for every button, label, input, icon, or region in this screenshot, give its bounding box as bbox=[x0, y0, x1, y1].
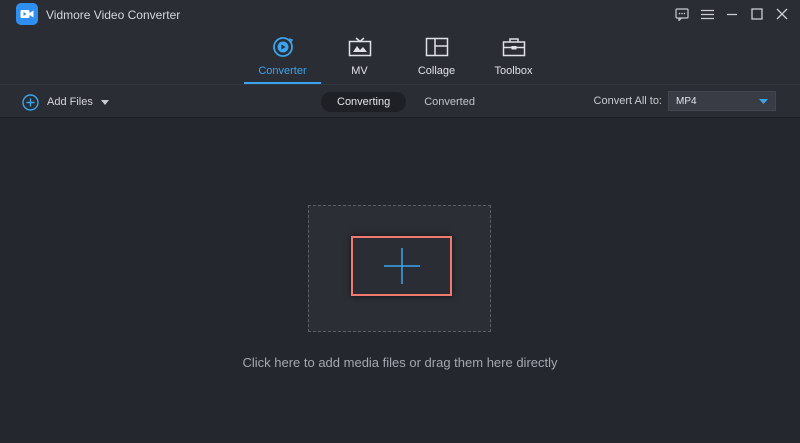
tab-collage[interactable]: Collage bbox=[398, 34, 475, 84]
tab-converter[interactable]: Converter bbox=[244, 34, 321, 84]
close-icon[interactable] bbox=[774, 6, 790, 22]
add-files-label: Add Files bbox=[47, 96, 93, 108]
main-nav: Converter MV Collage Toolbox bbox=[244, 34, 552, 84]
title-bar: Vidmore Video Converter Converter MV Col… bbox=[0, 0, 800, 84]
tab-collage-label: Collage bbox=[417, 65, 456, 77]
tab-converter-label: Converter bbox=[258, 65, 307, 77]
drop-hint: Click here to add media files or drag th… bbox=[242, 355, 558, 370]
add-files-button[interactable]: Add Files bbox=[22, 93, 109, 111]
toolbar: Add Files Converting Converted Convert A… bbox=[0, 84, 800, 118]
minimize-icon[interactable] bbox=[724, 6, 740, 22]
convert-all-label: Convert All to: bbox=[593, 95, 662, 107]
plus-icon bbox=[383, 248, 420, 284]
tab-converting[interactable]: Converting bbox=[321, 92, 407, 112]
tab-mv-label: MV bbox=[351, 65, 368, 77]
tab-converted[interactable]: Converted bbox=[408, 92, 491, 112]
collage-icon bbox=[424, 36, 450, 58]
mv-icon bbox=[347, 36, 373, 58]
convert-all: Convert All to: MP4 bbox=[594, 91, 776, 111]
tab-toolbox[interactable]: Toolbox bbox=[475, 34, 552, 84]
status-tabs: Converting Converted bbox=[321, 92, 491, 112]
maximize-icon[interactable] bbox=[749, 6, 765, 22]
feedback-icon[interactable] bbox=[674, 6, 690, 22]
tab-toolbox-label: Toolbox bbox=[494, 65, 533, 77]
add-circle-icon bbox=[22, 93, 39, 111]
chevron-down-icon[interactable] bbox=[100, 99, 109, 105]
app-logo-icon bbox=[16, 3, 38, 25]
menu-icon[interactable] bbox=[699, 6, 715, 22]
window-controls bbox=[674, 4, 790, 24]
format-value: MP4 bbox=[676, 95, 697, 107]
add-media-button[interactable] bbox=[351, 236, 452, 296]
tab-mv[interactable]: MV bbox=[321, 34, 398, 84]
toolbox-icon bbox=[501, 36, 527, 58]
converter-icon bbox=[270, 36, 296, 58]
chevron-down-icon bbox=[759, 98, 768, 104]
drop-zone[interactable] bbox=[308, 205, 491, 332]
app-title: Vidmore Video Converter bbox=[46, 8, 181, 22]
format-select[interactable]: MP4 bbox=[668, 91, 776, 111]
